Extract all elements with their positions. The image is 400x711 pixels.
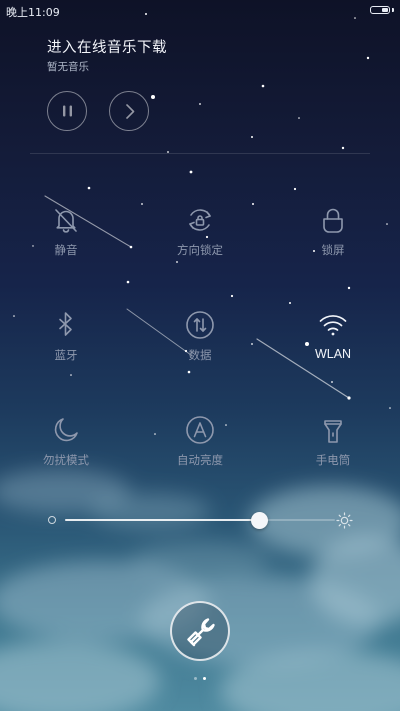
- toggle-mute-label: 静音: [54, 243, 78, 257]
- toggle-lock-screen-label: 锁屏: [321, 243, 345, 257]
- status-bar: 晚上11:09: [0, 0, 400, 22]
- battery-icon: [370, 6, 390, 14]
- toggle-do-not-disturb[interactable]: 勿扰模式: [11, 415, 121, 495]
- toggle-bluetooth-label: 蓝牙: [54, 348, 78, 362]
- brightness-track[interactable]: [65, 512, 335, 529]
- flashlight-icon: [324, 420, 342, 443]
- next-chevron-icon: [126, 104, 135, 119]
- toggle-wlan-label: WLAN: [314, 347, 352, 361]
- page-dot: [194, 677, 197, 680]
- toggle-mobile-data[interactable]: 数据: [145, 310, 255, 390]
- toggle-auto-brightness-label: 自动亮度: [177, 453, 223, 467]
- auto-brightness-icon: [186, 416, 214, 444]
- toggle-wlan[interactable]: WLAN: [278, 310, 388, 390]
- toggle-auto-brightness[interactable]: 自动亮度: [145, 415, 255, 495]
- toggle-do-not-disturb-label: 勿扰模式: [43, 453, 89, 467]
- brightness-thumb[interactable]: [251, 512, 269, 529]
- wrench-icon: [187, 618, 215, 647]
- status-time: 晚上11:09: [6, 6, 60, 19]
- bell-off-icon: [55, 209, 77, 233]
- toggle-rotation-lock-label: 方向锁定: [177, 243, 223, 257]
- brightness-low-icon: [48, 516, 56, 524]
- bluetooth-icon: [59, 312, 72, 336]
- page-dot: [203, 677, 206, 680]
- rotation-lock-icon: [189, 209, 211, 231]
- moon-icon: [54, 418, 78, 442]
- pause-button[interactable]: [47, 91, 87, 131]
- battery-tip: [392, 8, 394, 12]
- toggle-lock-screen[interactable]: 锁屏: [278, 205, 388, 285]
- brightness-high-icon: [336, 512, 353, 529]
- divider: [30, 153, 370, 154]
- toggle-mute[interactable]: 静音: [11, 205, 121, 285]
- lock-icon: [323, 208, 343, 233]
- settings-button[interactable]: [170, 601, 230, 661]
- pause-icon: [63, 105, 72, 117]
- toggle-mobile-data-label: 数据: [188, 348, 212, 362]
- music-title[interactable]: 进入在线音乐下载: [47, 36, 167, 57]
- brightness-slider[interactable]: [40, 505, 360, 535]
- next-button[interactable]: [109, 91, 149, 131]
- toggle-flashlight-label: 手电筒: [315, 453, 351, 467]
- wifi-icon: [319, 315, 347, 336]
- toggle-bluetooth[interactable]: 蓝牙: [11, 310, 121, 390]
- page-indicator: [0, 677, 400, 680]
- toggle-flashlight[interactable]: 手电筒: [278, 415, 388, 495]
- mobile-data-icon: [186, 311, 214, 339]
- music-subtitle: 暂无音乐: [47, 61, 89, 73]
- toggle-rotation-lock[interactable]: 方向锁定: [145, 205, 255, 285]
- brightness-fill: [65, 519, 260, 521]
